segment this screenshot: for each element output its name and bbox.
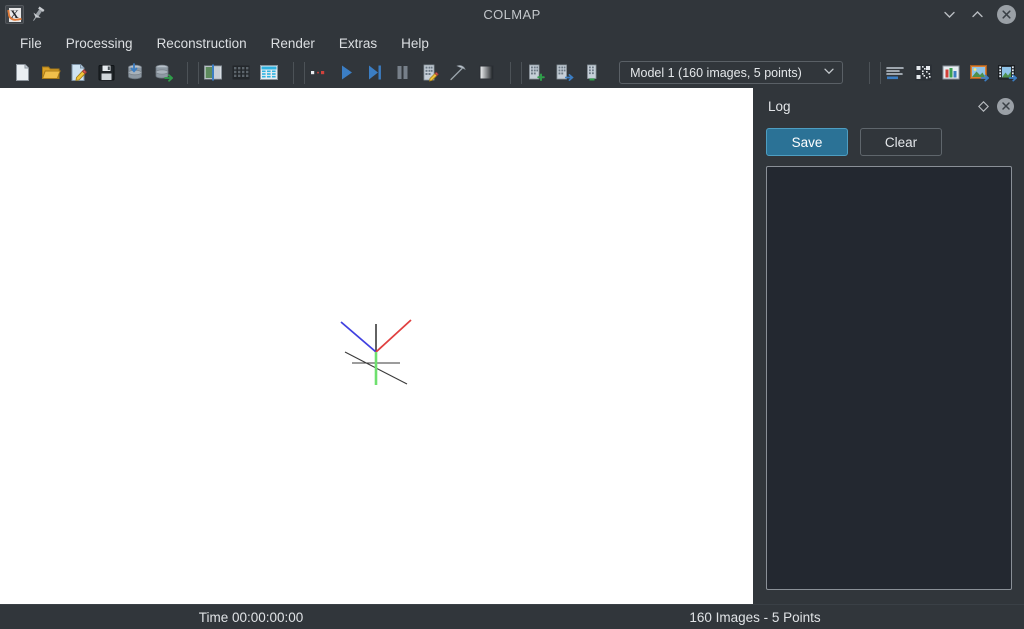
bundle-adjustment-icon[interactable] <box>419 62 441 84</box>
close-icon[interactable] <box>997 97 1014 115</box>
toolbar-separator <box>292 61 294 84</box>
log-text-area[interactable] <box>766 166 1012 590</box>
status-time: Time 00:00:00:00 <box>198 609 304 625</box>
clear-log-button[interactable]: Clear <box>860 128 942 156</box>
coordinate-axes-gizmo <box>340 319 412 385</box>
menu-render[interactable]: Render <box>259 33 327 54</box>
grab-movie-icon[interactable] <box>996 62 1018 84</box>
undock-icon[interactable] <box>975 98 991 114</box>
toolbar-separator <box>303 61 305 84</box>
colmap-main-window: COLMAP File Processing Reconstruction <box>0 0 1024 629</box>
pause-icon[interactable] <box>391 62 413 84</box>
menu-file[interactable]: File <box>8 33 54 54</box>
statistics-icon[interactable] <box>940 62 962 84</box>
log-panel-icon[interactable] <box>884 62 906 84</box>
feature-matching-icon[interactable] <box>230 62 252 84</box>
chevron-up-icon[interactable] <box>969 6 986 23</box>
log-panel-title: Log <box>768 98 791 114</box>
toolbar-separator <box>521 61 523 84</box>
window-controls <box>941 0 1016 29</box>
toolbar-separator <box>510 61 512 84</box>
window-title: COLMAP <box>483 7 541 22</box>
feature-extraction-icon[interactable] <box>202 62 224 84</box>
add-model-icon[interactable] <box>525 62 547 84</box>
import-model-icon[interactable] <box>124 62 146 84</box>
menu-help[interactable]: Help <box>389 33 441 54</box>
status-bar: Time 00:00:00:00 160 Images - 5 Points <box>0 605 1024 629</box>
log-dock-panel: Log Save Clear <box>758 88 1024 605</box>
open-project-icon[interactable] <box>40 62 62 84</box>
toolbar-separator <box>186 61 188 84</box>
menu-processing[interactable]: Processing <box>54 33 145 54</box>
chevron-down-icon <box>823 64 835 82</box>
model-stats-icon[interactable] <box>581 62 603 84</box>
save-log-button[interactable]: Save <box>766 128 848 156</box>
status-model-info: 160 Images - 5 Points <box>689 609 821 625</box>
new-project-icon[interactable] <box>12 62 34 84</box>
chevron-down-icon[interactable] <box>941 6 958 23</box>
render-options-icon[interactable] <box>475 62 497 84</box>
log-panel-header: Log <box>762 94 1016 118</box>
automatic-reconstruction-icon[interactable] <box>308 62 330 84</box>
match-matrix-icon[interactable] <box>912 62 934 84</box>
menu-reconstruction[interactable]: Reconstruction <box>145 33 259 54</box>
save-project-icon[interactable] <box>96 62 118 84</box>
play-icon[interactable] <box>336 62 358 84</box>
model-viewer-3d-viewport[interactable] <box>0 88 753 605</box>
export-model-icon[interactable] <box>152 62 174 84</box>
menu-extras[interactable]: Extras <box>327 33 389 54</box>
toolbar-separator <box>880 61 882 84</box>
colmap-logo-icon <box>5 5 24 24</box>
toolbar-separator <box>197 61 199 84</box>
step-icon[interactable] <box>363 62 385 84</box>
merge-models-icon[interactable] <box>553 62 575 84</box>
close-icon[interactable] <box>997 5 1016 24</box>
database-management-icon[interactable] <box>258 62 280 84</box>
toolbar-separator <box>869 61 871 84</box>
dense-reconstruction-icon[interactable] <box>447 62 469 84</box>
main-toolbar: Model 1 (160 images, 5 points) <box>0 57 1024 88</box>
pin-icon[interactable] <box>30 5 46 24</box>
model-selector-value: Model 1 (160 images, 5 points) <box>630 65 802 80</box>
title-bar-left <box>0 5 46 24</box>
edit-project-icon[interactable] <box>68 62 90 84</box>
show-image-icon[interactable] <box>968 62 990 84</box>
model-selector[interactable]: Model 1 (160 images, 5 points) <box>619 61 844 84</box>
log-panel-actions: Save Clear <box>762 118 1016 164</box>
menu-bar: File Processing Reconstruction Render Ex… <box>0 29 1024 57</box>
title-bar: COLMAP <box>0 0 1024 29</box>
